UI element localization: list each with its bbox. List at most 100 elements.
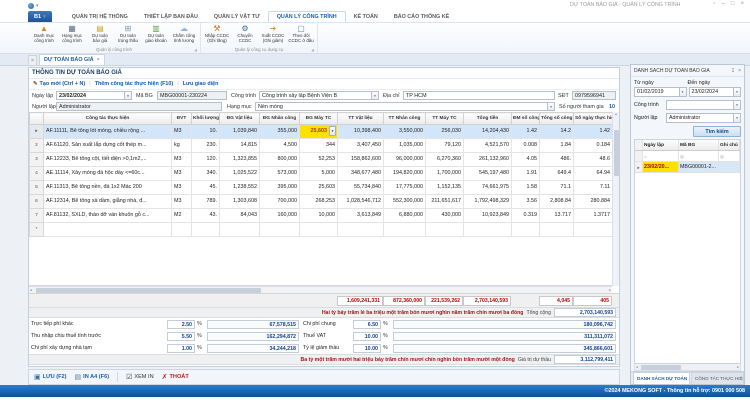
action-link[interactable]: ✎ Tạo mới (Ctrl + N) [33,81,85,87]
grid-cell[interactable]: 649.4 [540,167,574,181]
filter-equals-icon[interactable]: = [643,151,679,161]
grid-cell[interactable]: 160,000 [260,209,300,223]
app-menu-button[interactable]: B1 ▾ [28,11,52,22]
grid-cell[interactable]: 45. [192,181,220,195]
column-header[interactable]: Số ngày thực hiện [574,113,613,125]
chevron-down-icon[interactable]: ▾ [36,3,39,9]
grid-cell[interactable]: 700,000 [260,195,300,209]
grid-cell[interactable]: 1.42 [574,125,613,139]
grid-cell[interactable]: 1,028,546,712 [338,195,384,209]
grid-cell[interactable]: 25,603▾ [300,125,338,139]
grid-cell[interactable]: 14.2 [540,125,574,139]
grid-cell[interactable]: 0.008 [512,139,540,153]
grid-cell[interactable]: 158,862,600 [338,153,384,167]
grid-cell[interactable]: M3 [172,153,192,167]
grid-cell[interactable]: 268,253 [300,195,338,209]
grid-cell[interactable] [260,223,300,237]
panel-tab[interactable]: DANH SÁCH DỰ TOÁN ... [633,372,690,384]
fee-percent-input[interactable]: 1.00 [167,344,195,353]
grid-cell[interactable]: AF.11111, Bê tông lót móng, chiều rộng .… [44,125,172,139]
grid-cell[interactable] [338,223,384,237]
grid-cell[interactable]: 25,603 [300,181,338,195]
grid-cell[interactable]: 355,000 [260,125,300,139]
grid-cell[interactable]: 0.319 [512,209,540,223]
ribbon-tab[interactable]: KẾ TOÁN [346,11,386,22]
grid-cell[interactable] [512,223,540,237]
quote-list-row[interactable]: ▸ 23/02/20... MBG00001-2... [635,162,740,173]
grid-cell[interactable]: M2 [172,209,192,223]
grid-cell[interactable]: 120. [192,153,220,167]
grid-cell[interactable]: 14,204,430 [464,125,512,139]
column-header[interactable]: ĐG Máy TC [300,113,338,125]
grid-cell[interactable]: kg [172,139,192,153]
grid-cell[interactable]: AF.12233, Bê tông cột, tiết diện >0,1m2,… [44,153,172,167]
dialog-launcher-icon[interactable]: ◢ [311,48,314,52]
action-link[interactable]: Lưu giao diện [183,81,219,87]
ribbon-tab[interactable]: QUẢN LÝ VẬT TƯ [206,11,268,22]
footer-button[interactable]: ▣ LƯU (F2) [34,373,67,381]
grid-cell[interactable]: M3 [172,125,192,139]
column-header[interactable]: Khối lượng [192,113,220,125]
grid-cell[interactable]: 10,000 [300,209,338,223]
auto-filter-row[interactable]: = ◎ ◎ [635,151,740,162]
grid-cell[interactable]: M3 [172,195,192,209]
window-close-icon[interactable]: × [740,1,744,7]
footer-button[interactable]: ▤ IN A4 (F6) [75,373,110,381]
grid-cell[interactable]: 52,253 [300,153,338,167]
grid-cell[interactable] [464,223,512,237]
grid-cell[interactable]: 1,039,840 [220,125,260,139]
scrollbar-thumb[interactable] [614,130,619,176]
ribbon-button[interactable]: ▦ Hạng mục công trình [58,23,86,46]
column-header[interactable]: Mã BG [679,140,719,150]
document-tab[interactable]: DỰ TOÁN BÁO GIÁ × [39,54,105,65]
chevron-down-icon[interactable]: ▾ [733,88,740,96]
grid-cell[interactable] [540,223,574,237]
chevron-down-icon[interactable]: ▾ [733,101,740,109]
grid-cell[interactable]: AF.11313, Bê tông nền, đá 1x2 Mác 200 [44,181,172,195]
chevron-down-icon[interactable]: ▾ [124,92,131,99]
grid-cell[interactable]: 230. [192,139,220,153]
column-header[interactable]: ĐG Nhân công [260,113,300,125]
dialog-launcher-icon[interactable]: ◢ [194,48,197,52]
grid-cell[interactable]: 552,300,000 [384,195,426,209]
grid-cell[interactable]: 55,734,840 [338,181,384,195]
search-button[interactable]: Tìm kiếm [693,126,741,137]
grid-cell[interactable]: 6,880,000 [384,209,426,223]
grid-cell[interactable]: 1.42 [512,125,540,139]
grid-cell[interactable]: AF.12314, Bê tông xà dầm, giằng nhà, đ..… [44,195,172,209]
ribbon-tab[interactable]: BÁO CÁO THỐNG KÊ [386,11,457,22]
chevron-down-icon[interactable]: ▾ [733,114,740,122]
table-row[interactable]: 5AF.11313, Bê tông nền, đá 1x2 Mác 200M3… [30,181,613,195]
grid-cell[interactable]: 96,000,000 [384,153,426,167]
column-header[interactable]: ĐVT [172,113,192,125]
column-header[interactable]: Ngày lập [643,140,679,150]
grid-cell[interactable]: 71.1 [540,181,574,195]
grid-cell[interactable]: 1,792,498,329 [464,195,512,209]
action-link[interactable]: Thêm công tác thực hiện (F10) [95,81,173,87]
table-row[interactable]: 7AF.81132, SXLD, tháo dỡ ván khuôn gỗ c.… [30,209,613,223]
grid-cell[interactable] [220,223,260,237]
table-row[interactable]: ▸AF.11111, Bê tông lót móng, chiều rộng … [30,125,613,139]
grid-cell[interactable]: 1,025,522 [220,167,260,181]
ribbon-button[interactable]: ▤ Dự toán báo giá [86,23,114,46]
quote-code-cell[interactable]: MBG00001-2... [679,162,719,172]
grid-cell[interactable]: 280.884 [574,195,613,209]
grid-cell[interactable]: 17,775,000 [384,181,426,195]
category-combo[interactable]: Nền móng ▾ [255,102,555,111]
grid-cell[interactable]: 573,000 [260,167,300,181]
grid-cell[interactable]: 1,700,000 [426,167,464,181]
close-icon[interactable]: × [738,68,741,74]
scroll-right-icon[interactable]: ▸ [609,288,611,292]
table-row[interactable]: 6AF.12314, Bê tông xà dầm, giằng nhà, đ.… [30,195,613,209]
grid-cell[interactable] [426,223,464,237]
ribbon-tab[interactable]: QUẢN LÝ CÔNG TRÌNH [268,11,346,22]
filter-icon[interactable]: ◎ [679,151,719,161]
panel-tab[interactable]: CÔNG TÁC THỰC HIỆN [691,372,744,384]
grid-cell[interactable]: 486. [540,153,574,167]
ribbon-button[interactable]: ▢ Theo dõi CCDC ở đâu [287,23,315,46]
grid-cell[interactable]: 48.6 [574,153,613,167]
ribbon-button[interactable]: ▲ Danh mục công trình [30,23,58,46]
grid-cell[interactable]: 4,521,570 [464,139,512,153]
project-combo[interactable]: Công trình xây lắp Bệnh Viện B ▾ [259,91,379,100]
ribbon-button[interactable]: ⚒ Nhập CCDC (Ghi tăng) [203,23,231,46]
